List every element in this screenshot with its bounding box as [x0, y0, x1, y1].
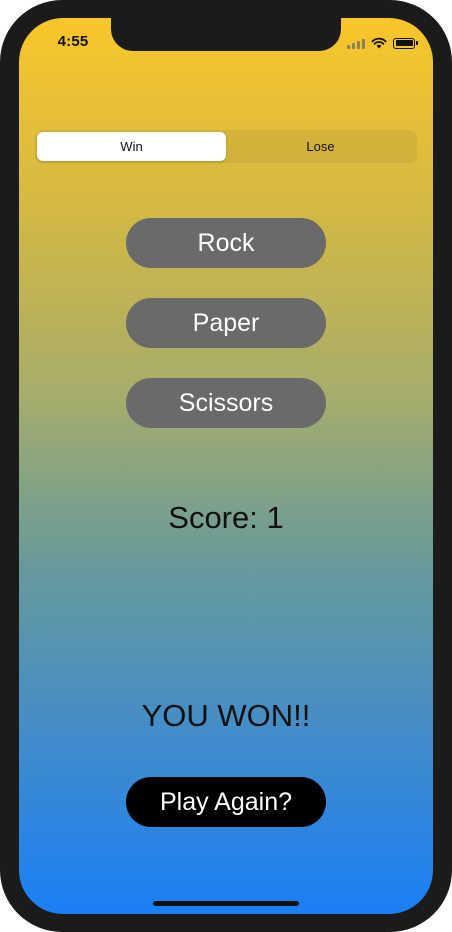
score-label: Score: 1 — [168, 500, 284, 535]
home-indicator[interactable] — [153, 901, 299, 906]
status-time: 4:55 — [57, 33, 89, 50]
app-screen: 4:55 Win Lose Rock Paper Scissors Score:… — [19, 18, 433, 914]
rock-button[interactable]: Rock — [126, 218, 326, 268]
wifi-icon — [371, 37, 387, 49]
paper-button[interactable]: Paper — [126, 298, 326, 348]
segment-lose[interactable]: Lose — [226, 132, 415, 161]
device-frame: 4:55 Win Lose Rock Paper Scissors Score:… — [0, 0, 452, 932]
segment-win[interactable]: Win — [37, 132, 226, 161]
notch — [111, 18, 341, 51]
signal-icon — [347, 38, 365, 49]
play-again-button[interactable]: Play Again? — [126, 777, 326, 827]
scissors-button[interactable]: Scissors — [126, 378, 326, 428]
win-lose-segmented-control[interactable]: Win Lose — [35, 130, 417, 163]
status-icons — [347, 36, 418, 50]
result-label: YOU WON!! — [141, 698, 311, 733]
battery-icon — [393, 37, 418, 49]
